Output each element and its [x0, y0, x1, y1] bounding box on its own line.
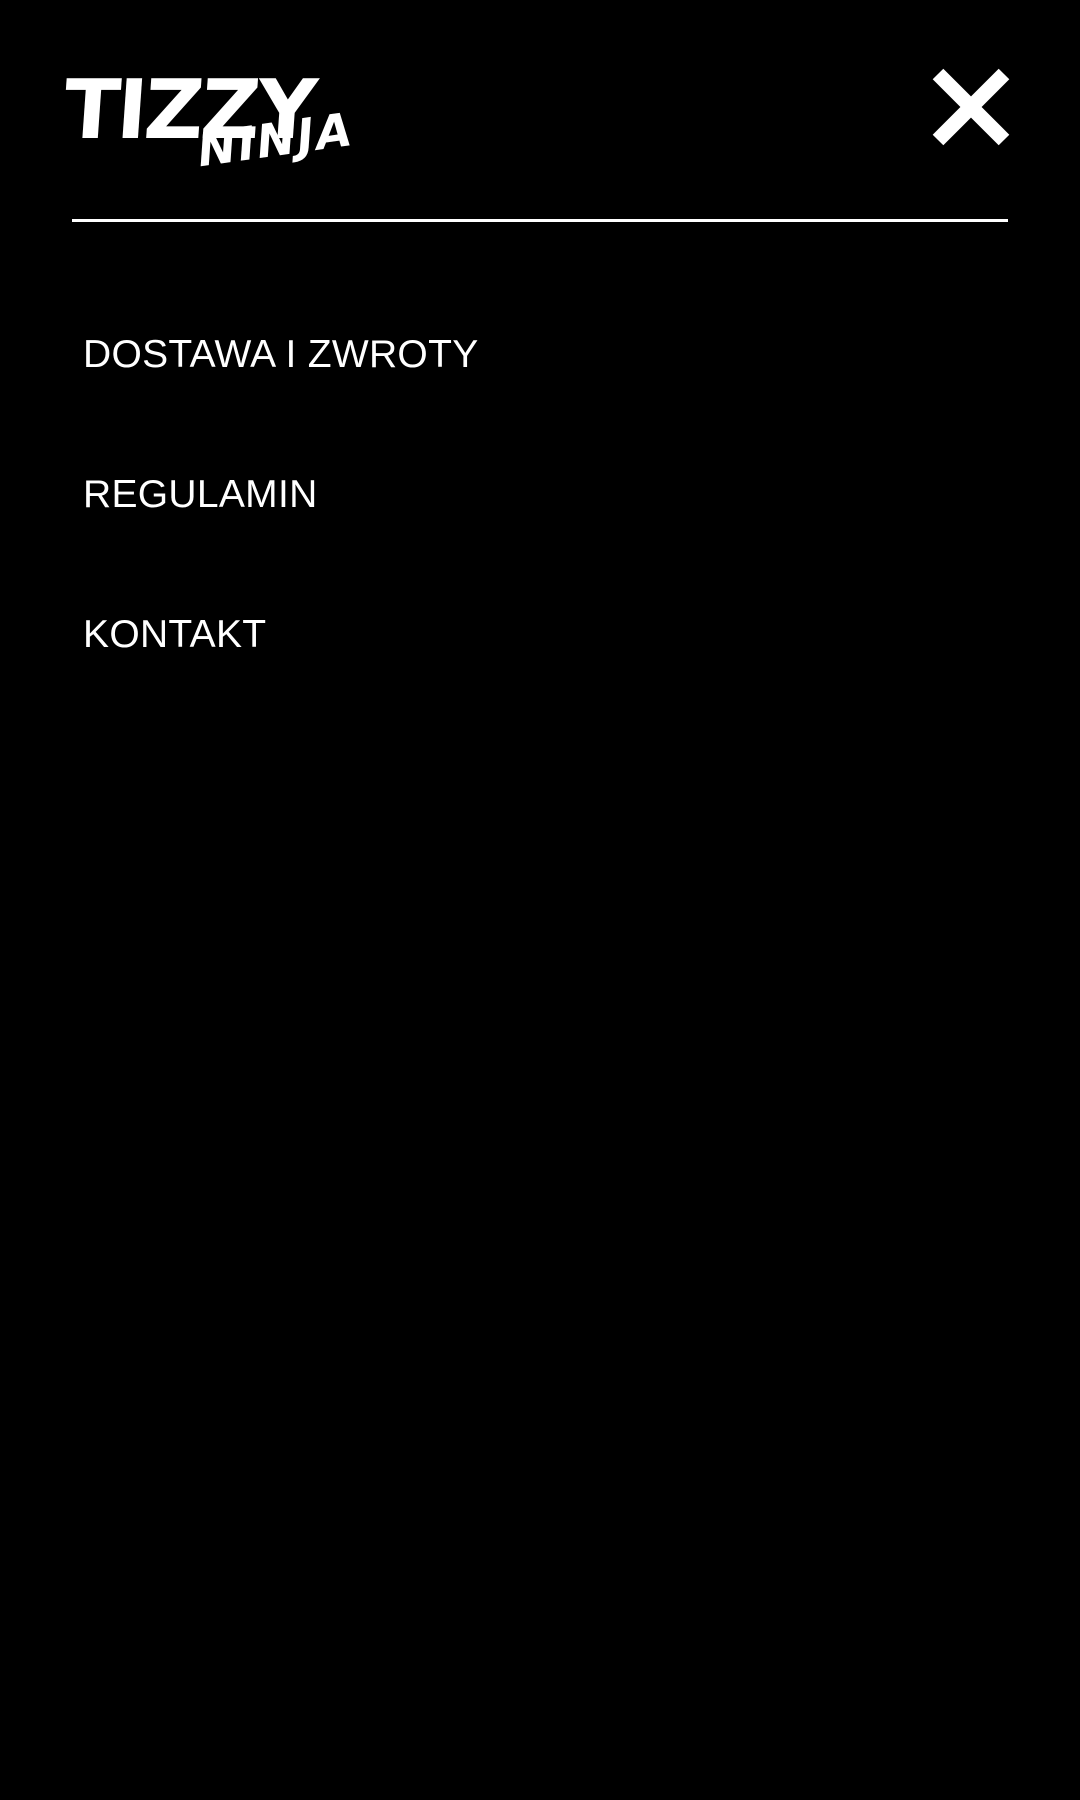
menu-item-kontakt[interactable]: KONTAKT — [83, 580, 266, 690]
close-menu-button[interactable] — [928, 64, 1014, 150]
menu-item-dostawa-i-zwroty[interactable]: DOSTAWA I ZWROTY — [83, 300, 479, 410]
close-icon — [932, 68, 1010, 146]
menu-item-regulamin[interactable]: REGULAMIN — [83, 440, 318, 550]
brand-logo[interactable]: TIZZY NINJA — [61, 63, 355, 182]
menu-header: TIZZY NINJA — [0, 0, 1080, 222]
header-divider — [72, 219, 1008, 222]
